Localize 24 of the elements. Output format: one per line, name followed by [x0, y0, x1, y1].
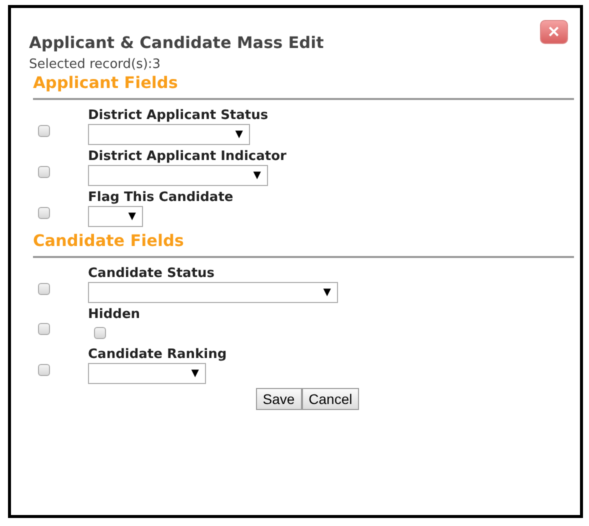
- section-heading: Candidate Fields: [33, 231, 185, 250]
- dropdown[interactable]: ▼: [88, 206, 143, 227]
- field-label: District Applicant Indicator: [88, 149, 286, 165]
- cancel-button[interactable]: Cancel: [302, 388, 360, 410]
- field-label: Candidate Ranking: [88, 347, 227, 363]
- row-checkbox[interactable]: [38, 323, 50, 335]
- dialog-title: Applicant & Candidate Mass Edit: [29, 33, 325, 52]
- dropdown[interactable]: ▼: [88, 282, 338, 303]
- field-label: District Applicant Status: [88, 108, 268, 124]
- field-label: Hidden: [88, 307, 140, 323]
- row-checkbox[interactable]: [38, 124, 50, 136]
- field-label: Flag This Candidate: [88, 190, 234, 206]
- row-checkbox[interactable]: [38, 282, 50, 294]
- field-label: Candidate Status: [88, 266, 216, 282]
- row-checkbox[interactable]: [38, 206, 50, 218]
- row-checkbox[interactable]: [38, 166, 50, 178]
- selected-count: Selected record(s):3: [29, 57, 162, 72]
- dropdown[interactable]: ▼: [88, 124, 250, 145]
- dropdown[interactable]: ▼: [88, 363, 206, 384]
- dropdown[interactable]: ▼: [88, 165, 268, 186]
- save-button[interactable]: Save: [256, 388, 302, 410]
- section-heading: Applicant Fields: [33, 73, 179, 92]
- value-checkbox[interactable]: [94, 327, 106, 339]
- row-checkbox[interactable]: [38, 364, 50, 376]
